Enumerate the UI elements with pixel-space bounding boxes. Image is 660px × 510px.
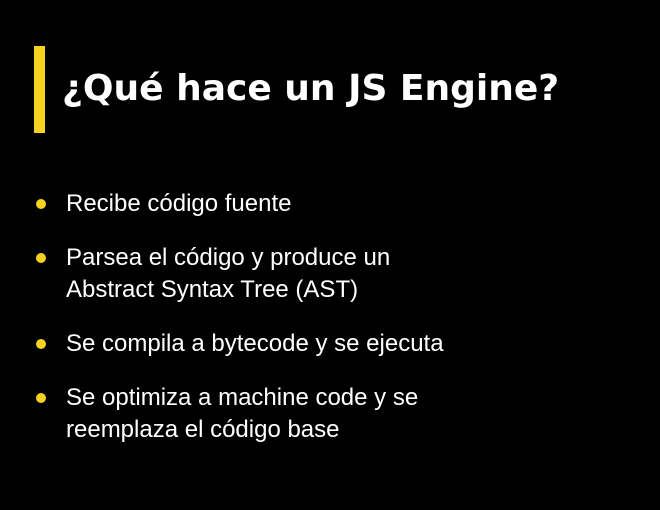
bullet-dot-icon [36, 199, 46, 209]
bullet-item: Se optimiza a machine code y se reemplaz… [36, 382, 636, 446]
slide: ¿Qué hace un JS Engine? Recibe código fu… [0, 0, 660, 510]
bullet-list: Recibe código fuente Parsea el código y … [36, 188, 636, 468]
bullet-dot-icon [36, 393, 46, 403]
title-accent-bar [34, 46, 45, 133]
bullet-item: Se compila a bytecode y se ejecuta [36, 328, 636, 360]
slide-title: ¿Qué hace un JS Engine? [62, 68, 560, 109]
bullet-item: Recibe código fuente [36, 188, 636, 220]
bullet-text: Se compila a bytecode y se ejecuta [66, 330, 444, 357]
bullet-text: Se optimiza a machine code y se reemplaz… [66, 384, 419, 443]
bullet-text: Parsea el código y produce un Abstract S… [66, 244, 391, 303]
bullet-text: Recibe código fuente [66, 190, 292, 217]
bullet-dot-icon [36, 253, 46, 263]
bullet-item: Parsea el código y produce un Abstract S… [36, 242, 636, 306]
bullet-dot-icon [36, 339, 46, 349]
